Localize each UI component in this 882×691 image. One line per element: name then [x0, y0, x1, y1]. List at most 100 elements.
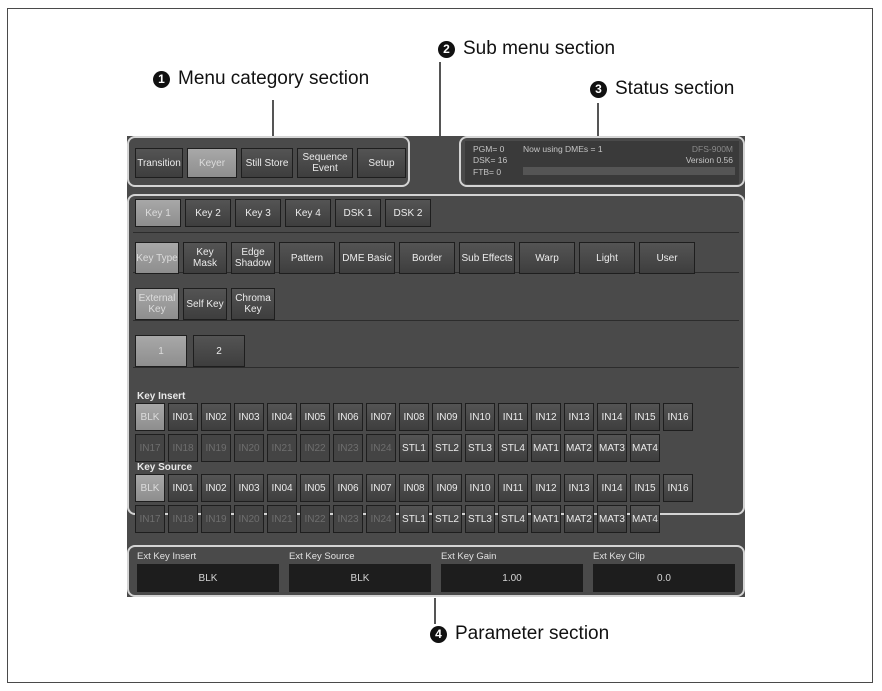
key-insert-source-button[interactable]: BLK: [135, 403, 165, 431]
callout-number: 1: [153, 70, 170, 88]
key-insert-source-button[interactable]: IN22: [300, 434, 330, 462]
key-insert-source-button[interactable]: IN11: [498, 403, 528, 431]
key-source-button[interactable]: IN02: [201, 474, 231, 502]
key-insert-source-button[interactable]: IN16: [663, 403, 693, 431]
key-source-button[interactable]: IN21: [267, 505, 297, 533]
tab-sub-effects[interactable]: Sub Effects: [459, 242, 515, 274]
key-insert-source-button[interactable]: IN13: [564, 403, 594, 431]
key-insert-source-button[interactable]: IN01: [168, 403, 198, 431]
tab-user[interactable]: User: [639, 242, 695, 274]
key-source-button[interactable]: IN20: [234, 505, 264, 533]
key-insert-source-button[interactable]: IN09: [432, 403, 462, 431]
key-source-button[interactable]: IN19: [201, 505, 231, 533]
key-insert-source-button[interactable]: IN23: [333, 434, 363, 462]
leader-line: [597, 103, 599, 140]
key-source-button[interactable]: IN07: [366, 474, 396, 502]
key-insert-source-button[interactable]: MAT4: [630, 434, 660, 462]
tab-key-1[interactable]: Key 1: [135, 199, 181, 227]
tab-external-key[interactable]: External Key: [135, 288, 179, 320]
key-insert-source-button[interactable]: STL4: [498, 434, 528, 462]
key-source-button[interactable]: IN05: [300, 474, 330, 502]
tab-page-2[interactable]: 2: [193, 335, 245, 367]
key-source-button[interactable]: IN23: [333, 505, 363, 533]
key-insert-source-button[interactable]: IN24: [366, 434, 396, 462]
tab-key-type[interactable]: Key Type: [135, 242, 179, 274]
tab-key-3[interactable]: Key 3: [235, 199, 281, 227]
key-source-button[interactable]: IN10: [465, 474, 495, 502]
tab-pattern[interactable]: Pattern: [279, 242, 335, 274]
key-source-button[interactable]: IN22: [300, 505, 330, 533]
tab-warp[interactable]: Warp: [519, 242, 575, 274]
key-insert-source-button[interactable]: STL1: [399, 434, 429, 462]
menu-setup-button[interactable]: Setup: [357, 148, 406, 178]
key-insert-source-button[interactable]: MAT1: [531, 434, 561, 462]
key-source-button[interactable]: IN06: [333, 474, 363, 502]
tab-chroma-key[interactable]: Chroma Key: [231, 288, 275, 320]
dme-usage-status: Now using DMEs = 1: [523, 144, 603, 154]
key-source-button[interactable]: IN16: [663, 474, 693, 502]
key-source-button[interactable]: IN13: [564, 474, 594, 502]
key-source-button[interactable]: STL3: [465, 505, 495, 533]
menu-sequence-event-button[interactable]: Sequence Event: [297, 148, 353, 178]
key-insert-source-button[interactable]: IN07: [366, 403, 396, 431]
ext-key-gain-value[interactable]: 1.00: [441, 564, 583, 592]
menu-transition-button[interactable]: Transition: [135, 148, 183, 178]
key-insert-source-button[interactable]: IN15: [630, 403, 660, 431]
key-source-button[interactable]: MAT2: [564, 505, 594, 533]
key-source-button[interactable]: IN24: [366, 505, 396, 533]
key-source-button[interactable]: IN03: [234, 474, 264, 502]
ext-key-source-value[interactable]: BLK: [289, 564, 431, 592]
tab-dsk-2[interactable]: DSK 2: [385, 199, 431, 227]
key-insert-source-button[interactable]: IN06: [333, 403, 363, 431]
tab-dsk-1[interactable]: DSK 1: [335, 199, 381, 227]
key-source-button[interactable]: MAT1: [531, 505, 561, 533]
key-insert-source-button[interactable]: IN03: [234, 403, 264, 431]
key-source-button[interactable]: MAT3: [597, 505, 627, 533]
key-source-button[interactable]: STL4: [498, 505, 528, 533]
key-insert-source-button[interactable]: IN10: [465, 403, 495, 431]
tab-dme-basic[interactable]: DME Basic: [339, 242, 395, 274]
key-source-button[interactable]: STL2: [432, 505, 462, 533]
key-insert-source-button[interactable]: IN21: [267, 434, 297, 462]
key-source-button[interactable]: IN04: [267, 474, 297, 502]
key-source-button[interactable]: MAT4: [630, 505, 660, 533]
key-insert-source-button[interactable]: IN14: [597, 403, 627, 431]
key-insert-source-button[interactable]: IN12: [531, 403, 561, 431]
key-source-button[interactable]: IN17: [135, 505, 165, 533]
key-source-button[interactable]: STL1: [399, 505, 429, 533]
key-insert-source-button[interactable]: IN05: [300, 403, 330, 431]
key-insert-source-button[interactable]: IN19: [201, 434, 231, 462]
tab-key-4[interactable]: Key 4: [285, 199, 331, 227]
tab-key-mask[interactable]: Key Mask: [183, 242, 227, 274]
menu-still-store-button[interactable]: Still Store: [241, 148, 293, 178]
key-insert-source-button[interactable]: STL3: [465, 434, 495, 462]
key-source-button[interactable]: IN12: [531, 474, 561, 502]
version-text: Version 0.56: [685, 155, 733, 165]
key-insert-source-button[interactable]: IN17: [135, 434, 165, 462]
key-source-button[interactable]: IN11: [498, 474, 528, 502]
key-insert-source-button[interactable]: MAT2: [564, 434, 594, 462]
key-insert-source-button[interactable]: IN08: [399, 403, 429, 431]
key-insert-source-button[interactable]: IN20: [234, 434, 264, 462]
tab-border[interactable]: Border: [399, 242, 455, 274]
tab-edge-shadow[interactable]: Edge Shadow: [231, 242, 275, 274]
key-insert-source-button[interactable]: IN18: [168, 434, 198, 462]
key-source-button[interactable]: IN14: [597, 474, 627, 502]
key-source-button[interactable]: IN09: [432, 474, 462, 502]
key-insert-source-button[interactable]: IN02: [201, 403, 231, 431]
key-source-button[interactable]: IN01: [168, 474, 198, 502]
menu-keyer-button[interactable]: Keyer: [187, 148, 237, 178]
key-source-button[interactable]: IN08: [399, 474, 429, 502]
key-insert-source-button[interactable]: IN04: [267, 403, 297, 431]
ext-key-insert-value[interactable]: BLK: [137, 564, 279, 592]
key-source-button[interactable]: BLK: [135, 474, 165, 502]
key-insert-source-button[interactable]: MAT3: [597, 434, 627, 462]
ext-key-clip-value[interactable]: 0.0: [593, 564, 735, 592]
key-insert-source-button[interactable]: STL2: [432, 434, 462, 462]
tab-key-2[interactable]: Key 2: [185, 199, 231, 227]
key-source-button[interactable]: IN18: [168, 505, 198, 533]
key-source-button[interactable]: IN15: [630, 474, 660, 502]
tab-light[interactable]: Light: [579, 242, 635, 274]
tab-self-key[interactable]: Self Key: [183, 288, 227, 320]
tab-page-1[interactable]: 1: [135, 335, 187, 367]
